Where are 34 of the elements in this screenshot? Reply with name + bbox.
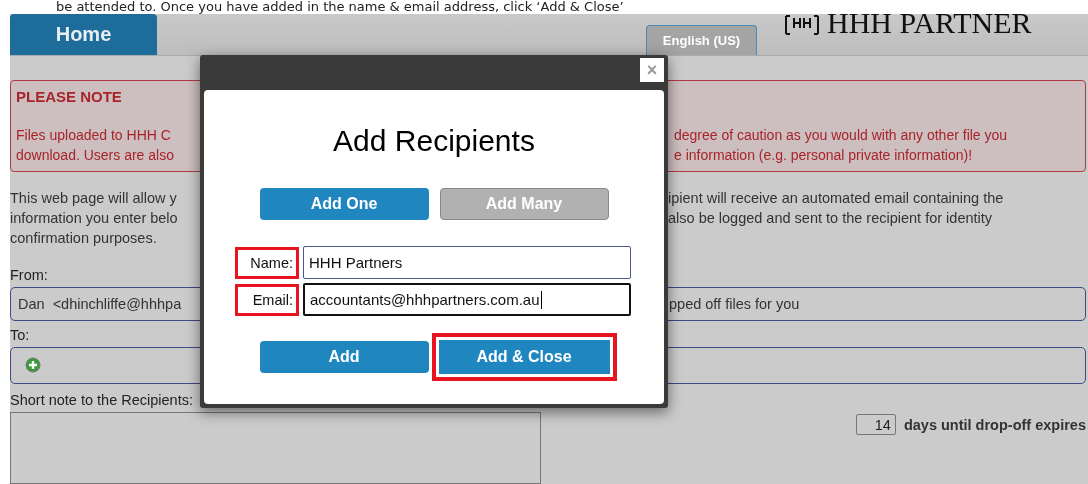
field-label: Email: bbox=[237, 285, 297, 314]
add-button[interactable]: Add bbox=[259, 341, 429, 373]
notice-text: degree of caution as you would with any other file you bbox=[674, 126, 1009, 145]
add-icon[interactable] bbox=[25, 357, 41, 374]
input-field[interactable]: accountants@hhhpartners.com.au bbox=[303, 283, 631, 316]
to-label: To: bbox=[10, 325, 31, 345]
language-tab[interactable]: English (US) bbox=[646, 25, 757, 55]
field-label: Name: bbox=[237, 248, 297, 277]
intro-text: information you enter belo bbox=[10, 209, 179, 228]
intro-text: ipient will receive an automated email containing the bbox=[668, 189, 1005, 208]
logo-mark-icon bbox=[783, 14, 821, 36]
intro-text: This web page will allow y bbox=[10, 189, 178, 208]
document-text: be attended to. Once you have added in the name & email address, click ‘Add & Close’ bbox=[55, 0, 625, 14]
days-field[interactable]: 14 bbox=[855, 414, 896, 435]
intro-text: also be logged and sent to the recipient for identity bbox=[668, 209, 994, 228]
dialog-title: Add Recipients bbox=[333, 124, 535, 158]
expiry-label: days until drop-off expires bbox=[903, 416, 1086, 433]
mode-button[interactable]: Add Many bbox=[439, 188, 609, 220]
from-value: pped off files for you bbox=[669, 295, 801, 312]
notice-text: Files uploaded to HHH C bbox=[16, 126, 172, 145]
from-value: Dan <dhinchliffe@hhhpa bbox=[17, 295, 183, 312]
input-field[interactable]: HHH Partners bbox=[303, 246, 631, 279]
note-label: Short note to the Recipients: bbox=[10, 391, 194, 410]
notice-text: download. Users are also bbox=[16, 146, 175, 165]
home-tab[interactable]: Home bbox=[10, 14, 157, 55]
intro-text: confirmation purposes. bbox=[10, 229, 158, 248]
from-label: From: bbox=[10, 266, 49, 285]
mode-button[interactable]: Add One bbox=[259, 188, 429, 220]
notice-title: PLEASE NOTE bbox=[16, 87, 123, 107]
note-field[interactable] bbox=[10, 412, 541, 484]
logo-text: HHH PARTNER bbox=[827, 8, 1032, 38]
add-close-button[interactable]: Add & Close bbox=[431, 333, 617, 381]
notice-text: e information (e.g. personal private information)! bbox=[674, 146, 974, 165]
close-button[interactable]: × bbox=[640, 58, 664, 82]
